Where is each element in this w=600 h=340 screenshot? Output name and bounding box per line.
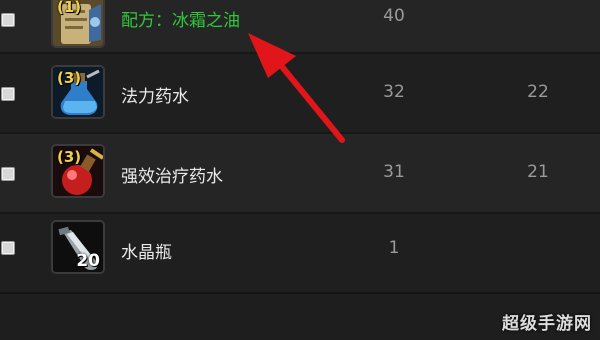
item-name[interactable]: 强效治疗药水 — [121, 162, 223, 187]
quantity-badge: (3) — [57, 148, 82, 166]
mana-potion-icon[interactable]: (3) — [51, 65, 105, 119]
item-name[interactable]: 配方：冰霜之油 — [121, 6, 240, 31]
quantity-badge: (3) — [57, 69, 82, 87]
item-value-1: 32 — [383, 82, 405, 102]
list-footer-divider — [0, 292, 600, 294]
row-checkbox[interactable] — [1, 13, 15, 27]
item-value-1: 31 — [383, 162, 405, 182]
item-name[interactable]: 法力药水 — [121, 82, 189, 107]
list-item[interactable]: 20 水晶瓶 1 — [0, 214, 600, 294]
stack-count-badge: 20 — [76, 251, 100, 271]
list-item[interactable]: (1) 配方：冰霜之油 40 — [0, 0, 600, 54]
quantity-badge: (1) — [57, 0, 82, 16]
recipe-scroll-icon[interactable]: (1) — [51, 0, 105, 48]
crystal-vial-icon[interactable]: 20 — [51, 220, 105, 274]
row-checkbox[interactable] — [1, 167, 15, 181]
row-checkbox[interactable] — [1, 87, 15, 101]
row-checkbox[interactable] — [1, 241, 15, 255]
item-value-2: 21 — [527, 162, 549, 182]
item-value-1: 1 — [388, 238, 400, 258]
item-name[interactable]: 水晶瓶 — [121, 238, 172, 263]
watermark-logo: 超级手游网 — [502, 314, 592, 334]
list-item[interactable]: (3) 法力药水 32 22 — [0, 54, 600, 134]
list-item[interactable]: (3) 强效治疗药水 31 21 — [0, 134, 600, 214]
item-value-1: 40 — [383, 6, 405, 26]
item-value-2: 22 — [527, 82, 549, 102]
healing-potion-icon[interactable]: (3) — [51, 144, 105, 198]
